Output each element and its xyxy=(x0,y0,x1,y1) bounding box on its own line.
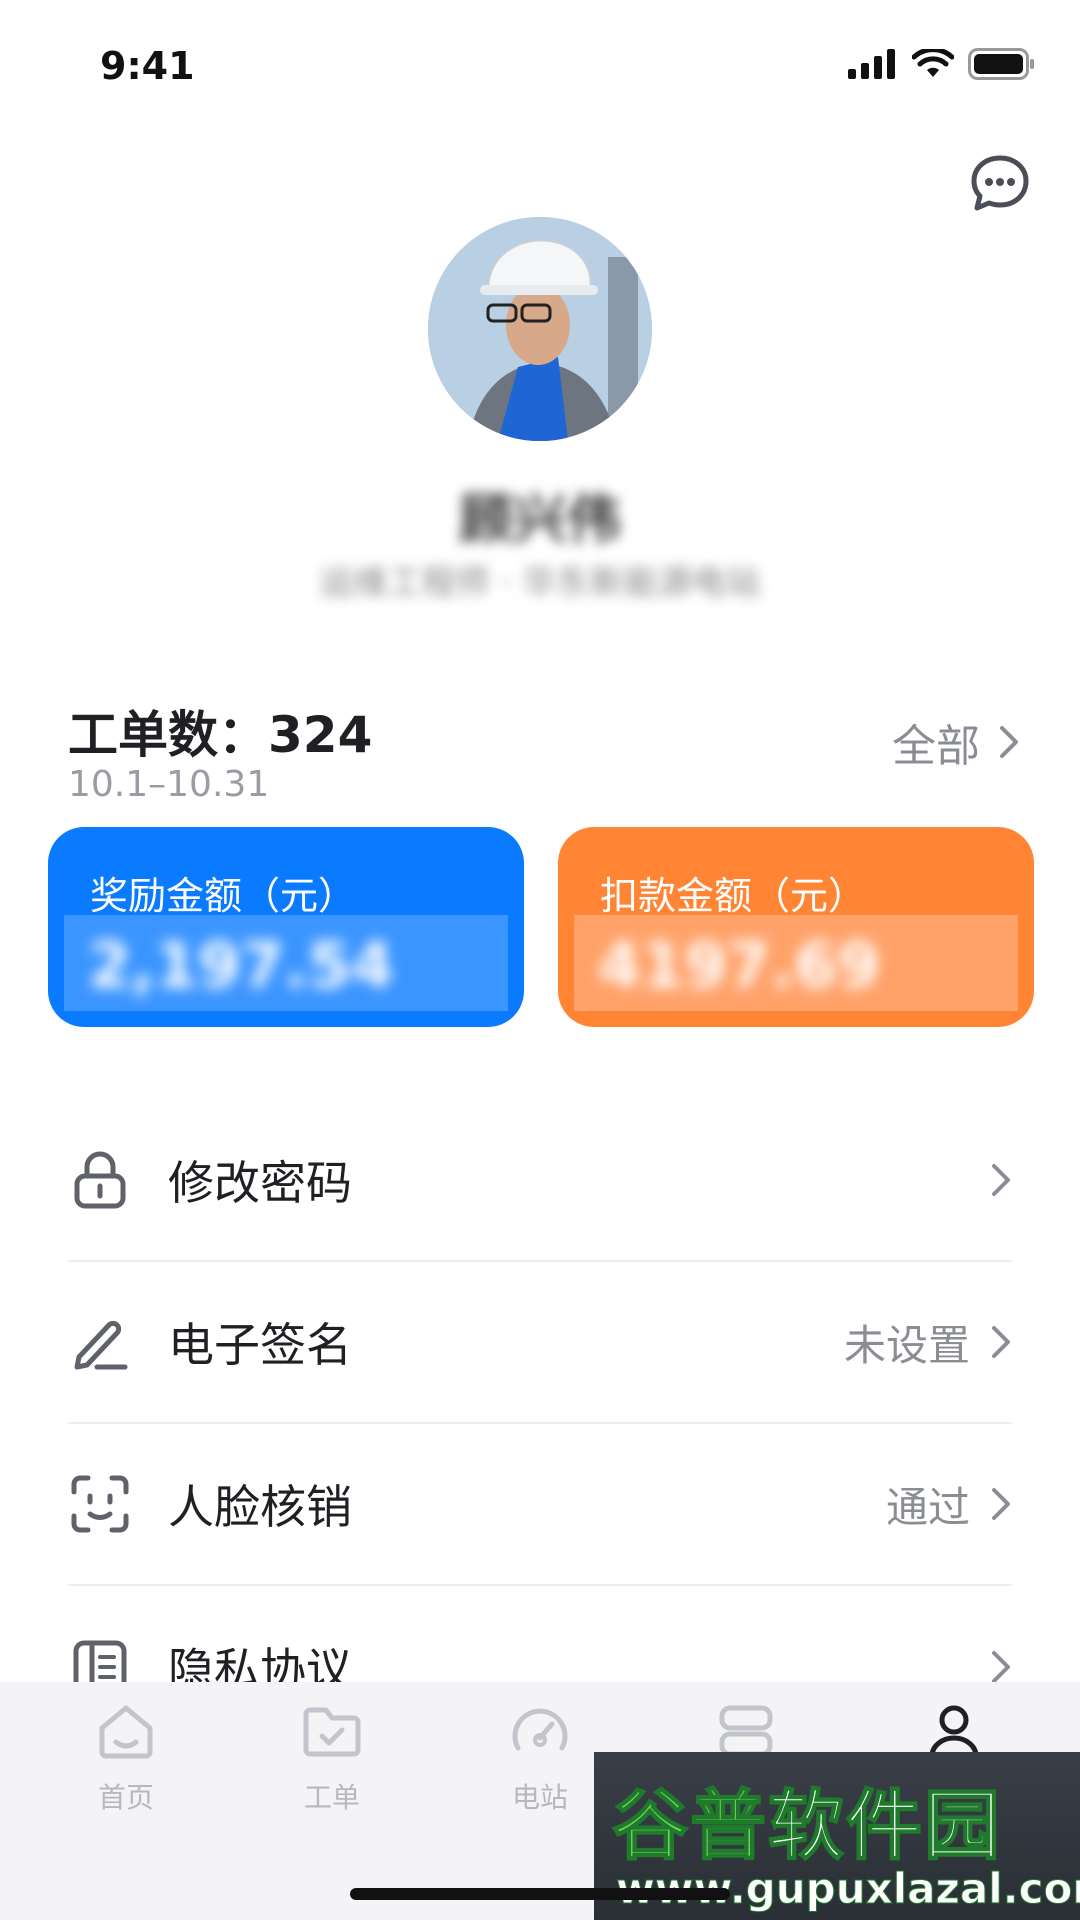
reward-amount-box: 2,197.54 xyxy=(64,915,508,1011)
menu-item-e-signature[interactable]: 电子签名 未设置 xyxy=(68,1262,1012,1424)
deduction-amount-card[interactable]: 扣款金额（元） 4197.69 xyxy=(558,827,1034,1027)
watermark-title: 谷普软件园 xyxy=(611,1780,1002,1871)
work-order-count: 324 xyxy=(268,706,373,764)
menu-label: 人脸核销 xyxy=(168,1480,352,1534)
gauge-icon xyxy=(512,1708,568,1751)
reward-card-title: 奖励金额（元） xyxy=(90,874,357,918)
chevron-right-icon xyxy=(992,1488,1010,1520)
home-icon xyxy=(99,1705,153,1759)
menu-value: 未设置 xyxy=(843,1320,970,1370)
menu-label: 修改密码 xyxy=(168,1156,352,1210)
status-time: 9:41 xyxy=(100,44,195,88)
view-all-label: 全部 xyxy=(892,721,980,772)
tab-work-orders[interactable]: 工单 xyxy=(272,1700,392,1816)
reward-amount: 2,197.54 xyxy=(88,929,394,1002)
avatar[interactable] xyxy=(428,217,652,441)
settings-menu: 修改密码 电子签名 未设置 人脸核销 通过 隐私协议 xyxy=(68,1100,1012,1748)
wifi-icon xyxy=(912,49,954,77)
lock-icon xyxy=(68,1148,132,1212)
profile-screen: 9:41 顾兴伟 运维工程师 · 华东新能源电站 工单数：324 10.1–10… xyxy=(0,0,1080,1920)
tab-label: 电站 xyxy=(511,1781,568,1814)
tab-label: 首页 xyxy=(97,1781,154,1814)
work-order-label: 工单数： xyxy=(68,706,268,764)
battery-icon xyxy=(968,48,1034,80)
chevron-right-icon xyxy=(992,1651,1010,1683)
deduction-card-title: 扣款金额（元） xyxy=(600,874,867,918)
chevron-right-icon xyxy=(1000,726,1018,758)
reward-amount-card[interactable]: 奖励金额（元） 2,197.54 xyxy=(48,827,524,1027)
deduction-amount-box: 4197.69 xyxy=(574,915,1018,1011)
message-icon[interactable] xyxy=(968,152,1032,216)
status-icons xyxy=(848,48,1036,80)
pen-icon xyxy=(68,1310,132,1374)
view-all-button[interactable]: 全部 xyxy=(892,710,1020,774)
tab-home[interactable]: 首页 xyxy=(66,1700,186,1816)
menu-value: 通过 xyxy=(885,1482,970,1532)
tab-stations[interactable]: 电站 xyxy=(480,1700,600,1816)
work-order-summary: 工单数：324 xyxy=(68,695,372,767)
work-order-date-range: 10.1–10.31 xyxy=(68,764,270,805)
face-scan-icon xyxy=(68,1472,132,1536)
profile-subtitle: 运维工程师 · 华东新能源电站 xyxy=(319,563,761,603)
home-indicator[interactable] xyxy=(350,1888,730,1900)
chevron-right-icon xyxy=(992,1164,1010,1196)
menu-item-change-password[interactable]: 修改密码 xyxy=(68,1100,1012,1262)
deduction-amount: 4197.69 xyxy=(598,929,881,1002)
chevron-right-icon xyxy=(992,1326,1010,1358)
avatar-photo xyxy=(428,217,652,441)
menu-item-face-verification[interactable]: 人脸核销 通过 xyxy=(68,1424,1012,1586)
tab-label: 工单 xyxy=(303,1781,360,1814)
signal-icon xyxy=(848,49,895,79)
profile-name: 顾兴伟 xyxy=(459,488,621,551)
menu-label: 电子签名 xyxy=(168,1318,352,1372)
folder-check-icon xyxy=(303,1707,361,1757)
